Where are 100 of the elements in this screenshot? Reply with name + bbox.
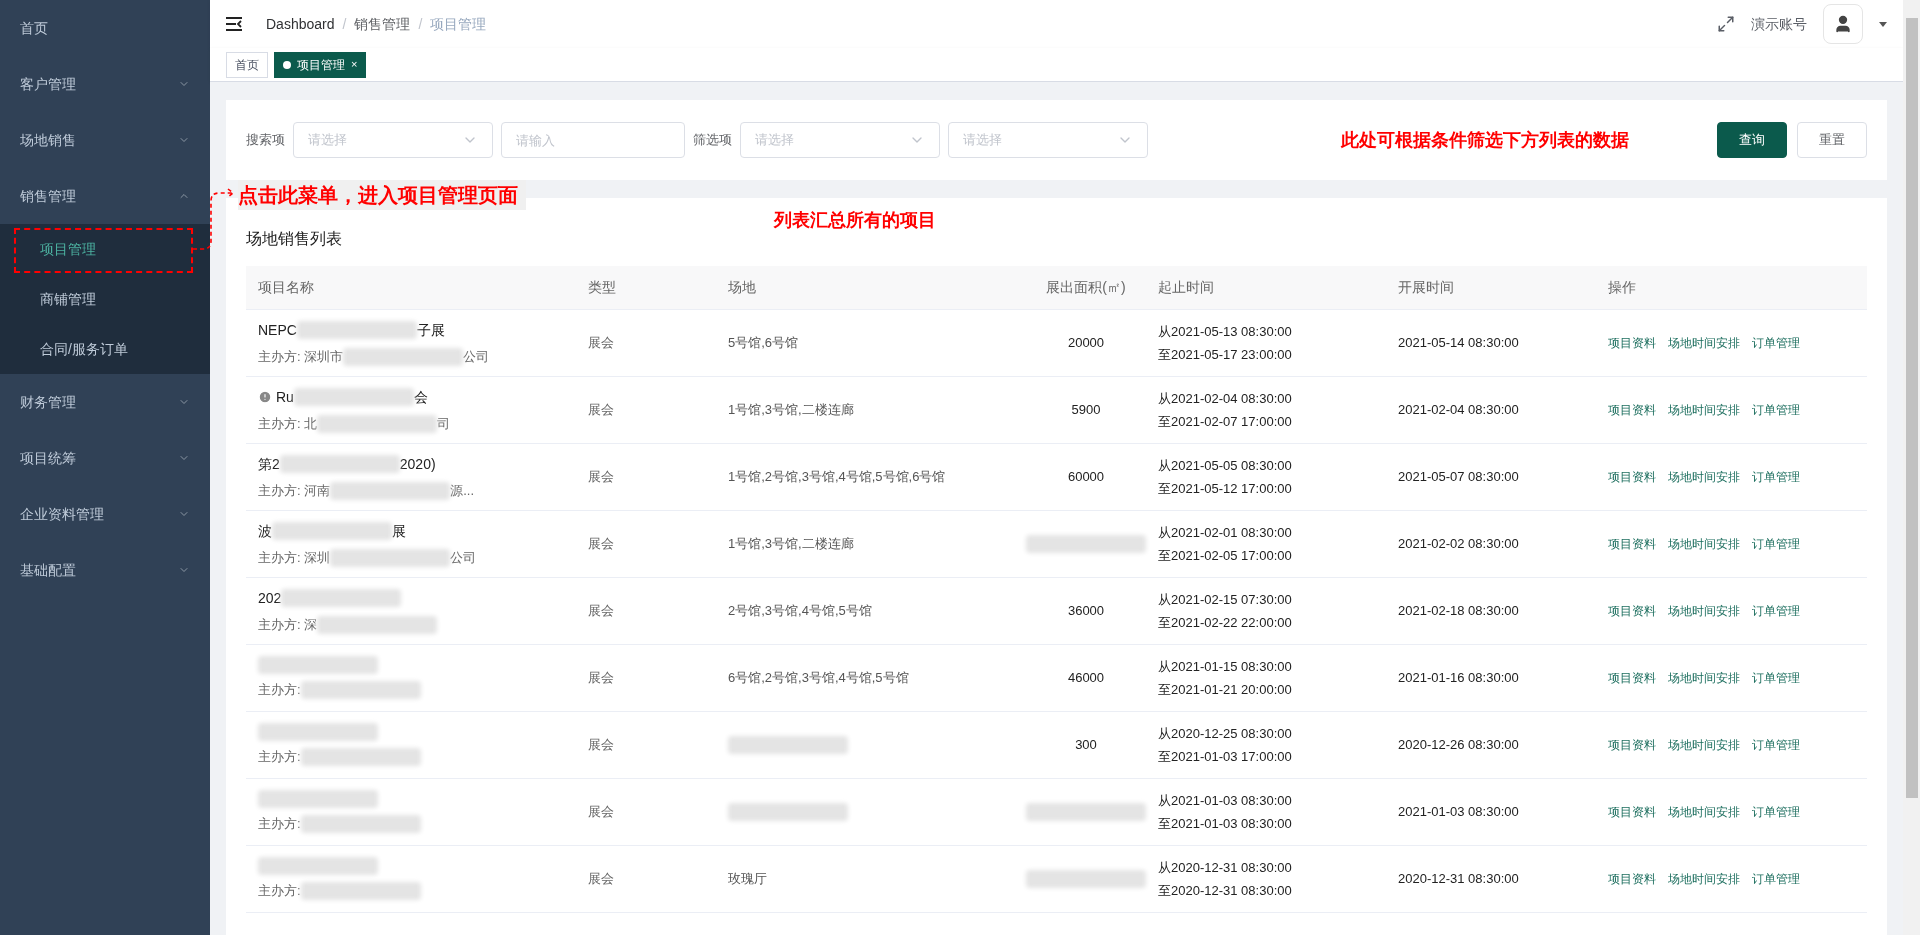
sidebar-item[interactable]: 基础配置 [0, 542, 210, 598]
action-link[interactable]: 项目资料 [1608, 870, 1656, 888]
table-cell-text: 展会 [587, 803, 615, 822]
cell-text: 6号馆,2号馆,3号馆,4号馆,5号馆 [728, 669, 909, 688]
cell-text: 展 [392, 521, 406, 541]
action-link[interactable]: 场地时间安排 [1668, 870, 1740, 888]
breadcrumb-item[interactable]: Dashboard [266, 13, 335, 35]
column-header: 操作 [1607, 278, 1637, 297]
page-tab[interactable]: 项目管理 × [274, 51, 367, 78]
action-link[interactable]: 场地时间安排 [1668, 535, 1740, 553]
action-link[interactable]: 订单管理 [1752, 535, 1800, 553]
cell-text: 会 [413, 387, 428, 407]
cell-text: 波 [258, 521, 272, 541]
action-link[interactable]: 项目资料 [1608, 803, 1656, 821]
sidebar-item[interactable]: 首页 [0, 0, 210, 56]
cell-text: 300 [1075, 736, 1097, 755]
cell-text: 1号馆,2号馆,3号馆,4号馆,5号馆,6号馆 [728, 468, 946, 487]
sidebar-item[interactable]: 财务管理 [0, 374, 210, 430]
action-link[interactable]: 场地时间安排 [1668, 334, 1740, 352]
action-link[interactable]: 订单管理 [1752, 401, 1800, 419]
user-icon [1833, 14, 1853, 34]
table-cell-text: 展会 [587, 334, 615, 353]
menu-fold-icon[interactable] [226, 17, 242, 31]
cell-text: 主办方: 深圳市 [258, 347, 344, 366]
action-link[interactable]: 场地时间安排 [1668, 602, 1740, 620]
action-link[interactable]: 场地时间安排 [1668, 803, 1740, 821]
cell-text: 2号馆,3号馆,4号馆,5号馆 [728, 602, 872, 621]
action-link[interactable]: 订单管理 [1752, 468, 1800, 486]
table-cell-text: 展会 [587, 401, 615, 420]
breadcrumb-item[interactable]: 销售管理 [354, 13, 411, 35]
action-link[interactable]: 订单管理 [1752, 870, 1800, 888]
action-link[interactable]: 场地时间安排 [1668, 736, 1740, 754]
query-button[interactable]: 查询 [1717, 122, 1787, 158]
sidebar-item[interactable]: 客户管理 [0, 56, 210, 112]
table-cell-text: 从2021-05-13 08:30:00 [1158, 322, 1293, 341]
action-link[interactable]: 订单管理 [1752, 602, 1800, 620]
table-cell-text: 2020-12-26 08:30:00 [1397, 736, 1520, 755]
column-header: 类型 [587, 278, 617, 297]
action-link[interactable]: 项目资料 [1608, 602, 1656, 620]
table-cell-text: 2021-02-02 08:30:00 [1397, 535, 1520, 554]
action-link[interactable]: 项目资料 [1608, 334, 1656, 352]
action-link[interactable]: 项目资料 [1608, 468, 1656, 486]
cell-text: 主办方: [258, 882, 301, 901]
fullscreen-icon[interactable] [1717, 15, 1735, 33]
tab-close[interactable]: × [351, 56, 358, 73]
scrollbar-thumb[interactable] [1905, 18, 1918, 798]
table-cell-text: 2021-01-03 08:30:00 [1397, 803, 1520, 822]
action-link[interactable]: 订单管理 [1752, 669, 1800, 687]
action-link[interactable]: 项目资料 [1608, 736, 1656, 754]
table-cell-text: 至2020-12-31 08:30:00 [1158, 882, 1293, 900]
cell-text: 5900 [1071, 401, 1101, 420]
caret-icon[interactable] [1879, 21, 1887, 27]
annotation-note: 点击此菜单，进入项目管理页面 [238, 180, 526, 210]
table-cell-text: 2021-01-16 08:30:00 [1397, 669, 1520, 688]
annotation-note: 此处可根据条件筛选下方列表的数据 [1341, 128, 1629, 152]
table-cell-text: 从2021-05-05 08:30:00 [1158, 456, 1293, 475]
action-link[interactable]: 项目资料 [1608, 669, 1656, 687]
column-header: 场地 [727, 278, 757, 297]
sidebar-item[interactable]: 销售管理 [0, 168, 210, 224]
sidebar-item[interactable]: 企业资料管理 [0, 486, 210, 542]
table-cell-text: 2020-12-31 08:30:00 [1397, 870, 1520, 889]
table-cell-text: 至2021-05-17 23:00:00 [1158, 346, 1293, 364]
table-cell-text: 从2021-02-01 08:30:00 [1158, 523, 1293, 542]
breadcrumb-item: 项目管理 [430, 14, 487, 34]
avatar[interactable] [1823, 4, 1863, 44]
action-link[interactable]: 订单管理 [1752, 803, 1800, 821]
sidebar-item[interactable]: 场地销售 [0, 112, 210, 168]
submenu-item[interactable]: 合同/服务订单 [0, 324, 210, 374]
table-cell-text: 至2021-02-07 17:00:00 [1158, 413, 1293, 431]
reset-button[interactable]: 重置 [1797, 122, 1867, 158]
table-cell-text: 从2020-12-31 08:30:00 [1158, 858, 1293, 877]
table-cell-text: 从2021-01-03 08:30:00 [1158, 791, 1293, 810]
table-cell-text: 从2021-01-15 08:30:00 [1158, 657, 1293, 676]
cell-text: 36000 [1067, 602, 1105, 621]
page-tab[interactable]: 首页 [226, 51, 268, 78]
action-link[interactable]: 订单管理 [1752, 736, 1800, 754]
search-input[interactable]: 请输入 [501, 122, 685, 158]
table-cell-text: 展会 [587, 602, 615, 621]
action-link[interactable]: 项目资料 [1608, 401, 1656, 419]
cell-text: 源... [450, 481, 475, 500]
table-cell-text: 至2021-02-22 22:00:00 [1158, 614, 1293, 632]
table-cell-text: 至2021-05-12 17:00:00 [1158, 480, 1293, 498]
cell-text: 主办方: 河南 [258, 481, 331, 500]
table-cell-text: 2021-05-14 08:30:00 [1397, 334, 1520, 353]
cell-text: 公司 [450, 548, 477, 567]
table-cell-text: 至2021-01-03 08:30:00 [1158, 815, 1293, 833]
cell-text: 主办方: [258, 748, 301, 767]
submenu-item[interactable]: 项目管理 [0, 224, 210, 274]
action-link[interactable]: 场地时间安排 [1668, 468, 1740, 486]
column-header: 展出面积(㎡) [1045, 278, 1127, 297]
action-link[interactable]: 场地时间安排 [1668, 401, 1740, 419]
action-link[interactable]: 订单管理 [1752, 334, 1800, 352]
action-link[interactable]: 项目资料 [1608, 535, 1656, 553]
cell-text: 公司 [463, 347, 490, 366]
submenu-item[interactable]: 商铺管理 [0, 274, 210, 324]
action-link[interactable]: 场地时间安排 [1668, 669, 1740, 687]
cell-text: 主办方: 北 [258, 414, 318, 433]
sidebar-item[interactable]: 项目统筹 [0, 430, 210, 486]
breadcrumb-separator: / [342, 14, 347, 34]
cell-text: 玫瑰厅 [728, 870, 767, 889]
